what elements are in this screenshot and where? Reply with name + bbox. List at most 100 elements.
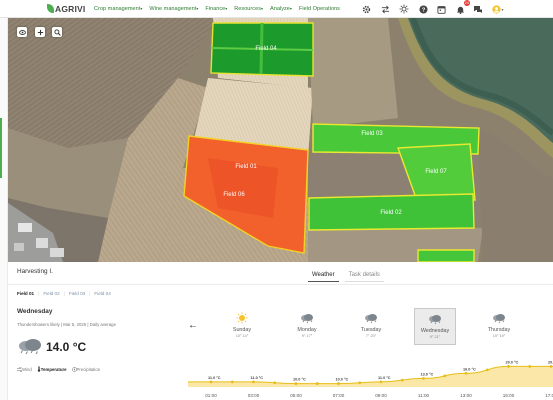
- chat-icon[interactable]: [473, 4, 483, 14]
- cloud-rain-icon: [301, 313, 313, 323]
- temperature-point[interactable]: [549, 365, 553, 368]
- layers-icon[interactable]: [17, 27, 27, 37]
- x-tick-label: 03:00: [248, 393, 260, 398]
- weather-sun-icon[interactable]: [399, 4, 409, 14]
- weather-metric-toggle: Wind Temperature Precipitation: [17, 366, 105, 372]
- search-icon[interactable]: [52, 27, 62, 37]
- forecast-day-range: 10° 19°: [492, 334, 506, 338]
- menu-wine-management[interactable]: Wine management▾: [149, 6, 198, 12]
- agrivi-logo[interactable]: AGRIVI: [47, 4, 89, 14]
- tab-separator: |: [38, 291, 40, 296]
- weather-day: Wednesday: [17, 308, 53, 315]
- temperature-point[interactable]: [358, 381, 362, 385]
- menu-label: Analyze: [270, 5, 290, 12]
- tab-field-01[interactable]: Field 01: [17, 291, 34, 296]
- temperature-point[interactable]: [337, 382, 340, 385]
- cloud-rain-icon: [365, 313, 377, 323]
- forecast-day-range: 10° 14°: [235, 334, 249, 338]
- metric-label: Temperature: [40, 366, 67, 372]
- temperature-area: [188, 366, 553, 387]
- notifications-icon[interactable]: 24: [455, 0, 470, 14]
- cloud-rain-icon: [429, 314, 441, 324]
- temperature-point[interactable]: [294, 382, 298, 385]
- app-window: AGRIVI Crop management▾ Wine management▾…: [0, 0, 553, 400]
- x-tick-label: 09:00: [375, 393, 387, 398]
- divider: [8, 284, 553, 285]
- temperature-point[interactable]: [230, 380, 234, 384]
- field-label[interactable]: Field 03: [361, 131, 383, 137]
- x-tick-label: 17:00: [545, 393, 553, 398]
- menu-label: Finance: [205, 5, 226, 12]
- forecast-day-wednesday[interactable]: Wednesday 9° 21°: [414, 308, 456, 345]
- chevron-down-icon: ▾: [225, 5, 228, 11]
- weather-description: Thundershowers likely | Mar 5, 2025 | Da…: [17, 322, 116, 327]
- temperature-point[interactable]: [507, 365, 510, 368]
- field-label[interactable]: Field 02: [380, 210, 402, 216]
- forecast-day-range: 9° 17°: [301, 334, 313, 338]
- tab-weather[interactable]: Weather: [308, 272, 339, 282]
- forecast-day-monday[interactable]: Monday 9° 17°: [286, 308, 328, 345]
- temperature-point[interactable]: [315, 382, 319, 385]
- logo-text: AGRIVI: [55, 3, 86, 14]
- gear-icon[interactable]: [361, 4, 371, 14]
- menu-crop-management[interactable]: Crop management▾: [94, 6, 142, 12]
- field-label[interactable]: Field 04: [255, 46, 277, 52]
- forecast-day-sunday[interactable]: Sunday 10° 14°: [221, 308, 263, 345]
- temperature-point[interactable]: [443, 374, 447, 378]
- temperature-point[interactable]: [209, 380, 213, 384]
- menu-resources[interactable]: Resources▾: [234, 6, 263, 12]
- active-indicator: [0, 118, 2, 178]
- tab-task-details[interactable]: Task details: [344, 272, 384, 282]
- chevron-down-icon: ▾: [140, 5, 143, 11]
- menu-field-operations[interactable]: Field Operations: [299, 6, 340, 12]
- forecast-day-name: Sunday: [232, 327, 252, 333]
- current-temperature: 14.0 °C: [46, 340, 87, 354]
- help-icon[interactable]: ?: [418, 4, 428, 14]
- field-label[interactable]: Field 07: [425, 169, 447, 175]
- x-tick-label: 11:00: [418, 393, 430, 398]
- metric-wind[interactable]: Wind: [17, 366, 32, 372]
- top-navigation: AGRIVI Crop management▾ Wine management▾…: [0, 0, 553, 18]
- metric-temperature[interactable]: Temperature: [37, 366, 67, 372]
- temperature-point[interactable]: [379, 380, 383, 384]
- transfer-icon[interactable]: [380, 4, 390, 14]
- forecast-day-name: Tuesday: [360, 327, 382, 333]
- temperature-data-label: 16.0 °C: [463, 367, 476, 371]
- satellite-map[interactable]: Field 04 Field 01 Field 06 Field 03 Fiel…: [8, 18, 553, 262]
- forecast-day-name: Monday: [297, 327, 317, 333]
- temperature-point[interactable]: [464, 371, 468, 375]
- current-weather: 14.0 °C: [17, 337, 86, 357]
- temperature-point[interactable]: [252, 380, 255, 384]
- menu-analyze[interactable]: Analyze▾: [270, 6, 292, 12]
- forecast-day-name: Thursday: [487, 327, 511, 333]
- tab-field-02[interactable]: Field 02: [43, 291, 59, 296]
- tab-field-03[interactable]: Field 03: [69, 291, 85, 296]
- x-tick-label: 07:00: [333, 393, 345, 398]
- temperature-point[interactable]: [400, 378, 404, 382]
- task-panel: Harvesting I. Weather Task details Field…: [8, 262, 553, 400]
- tab-separator: |: [63, 291, 65, 296]
- forecast-day-thursday[interactable]: Thursday 10° 19°: [478, 308, 520, 345]
- metric-label: Precipitation: [76, 366, 101, 372]
- temperature-point[interactable]: [485, 368, 489, 372]
- menu-finance[interactable]: Finance▾: [205, 6, 227, 12]
- thunderstorm-cloud-icon: [19, 339, 41, 355]
- calendar-icon[interactable]: [436, 4, 446, 14]
- temperature-point[interactable]: [422, 377, 425, 380]
- cloud-rain-icon: [493, 313, 505, 323]
- task-title: Harvesting I.: [17, 268, 53, 275]
- chevron-down-icon: ▾: [261, 5, 264, 11]
- temperature-data-label: 11.0 °C: [208, 376, 221, 380]
- temperature-point[interactable]: [528, 365, 532, 368]
- temperature-point[interactable]: [273, 381, 277, 385]
- add-icon[interactable]: [35, 27, 45, 37]
- metric-precipitation[interactable]: Precipitation: [71, 366, 101, 372]
- forecast-day-tuesday[interactable]: Tuesday 7° 20°: [350, 308, 392, 345]
- back-arrow-icon[interactable]: ←: [188, 320, 198, 331]
- x-tick-label: 15:00: [503, 393, 515, 398]
- field-label[interactable]: Field 01: [235, 164, 257, 170]
- tab-field-04[interactable]: Field 04: [94, 291, 110, 296]
- field-label[interactable]: Field 06: [223, 192, 245, 198]
- sun-icon: [236, 312, 248, 324]
- user-menu[interactable]: ▾: [490, 4, 506, 14]
